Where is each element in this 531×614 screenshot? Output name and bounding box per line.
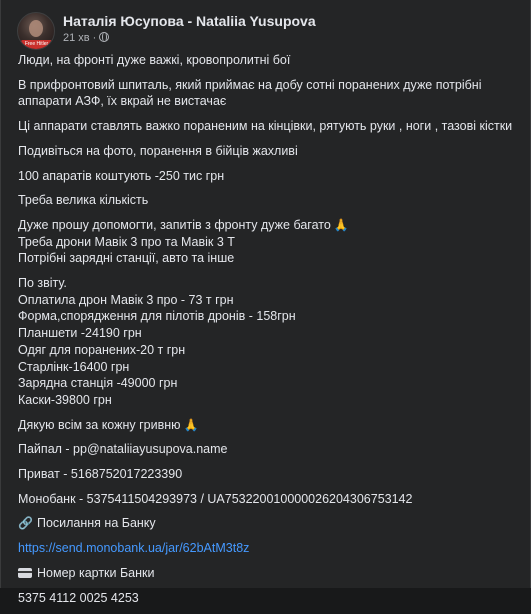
paragraph: https://send.monobank.ua/jar/62bAtM3t8z <box>18 540 523 557</box>
globe-icon[interactable] <box>99 32 110 42</box>
bank-link-label-line: 🔗 Посилання на Банку <box>18 515 523 532</box>
card-label: Номер картки Банки <box>37 565 155 580</box>
text-line: Дуже прошу допомогти, запитів з фронту д… <box>18 217 331 232</box>
paragraph: Подивіться на фото, поранення в бійців ж… <box>18 143 523 160</box>
pray-icon: 🙏 <box>183 417 199 432</box>
text-line-with-emoji: Дякую всім за кожну гривню 🙏 <box>18 417 523 434</box>
text-line: Каски-39800 грн <box>18 392 112 407</box>
text-line-with-emoji: Дуже прошу допомогти, запитів з фронту д… <box>18 217 523 234</box>
chain-link-icon: 🔗 <box>18 516 33 531</box>
card-number: 5375 4112 0025 4253 <box>18 590 139 605</box>
paragraph: Приват - 5168752017223390 <box>18 466 523 483</box>
text-line: Планшети -24190 грн <box>18 326 142 341</box>
author-name[interactable]: Наталія Юсупова - Nataliia Yusupova <box>63 12 316 30</box>
text-line: Ці аппарати ставлять важко пораненим на … <box>18 119 513 134</box>
text-line: Треба велика кількість <box>18 193 149 208</box>
text-line: Монобанк - 5375411504293973 / UA75322001… <box>18 491 413 506</box>
text-line: Оплатила дрон Мавік 3 про - 73 т грн <box>18 292 234 307</box>
card-label-line: Номер картки Банки <box>18 565 523 582</box>
facebook-post: Free Hitler Наталія Юсупова - Nataliia Y… <box>0 0 531 605</box>
text-line: Приват - 5168752017223390 <box>18 467 183 482</box>
text-line: В прифронтовий шпиталь, який приймає на … <box>18 77 482 92</box>
paragraph: Номер картки Банки <box>18 565 523 582</box>
paragraph: Дякую всім за кожну гривню 🙏 <box>18 417 523 434</box>
text-line: Старлінк-16400 грн <box>18 359 130 374</box>
paragraph: 100 апаратів коштують -250 тис грн <box>18 168 523 185</box>
paragraph: В прифронтовий шпиталь, який приймає на … <box>18 77 523 110</box>
paragraph: Монобанк - 5375411504293973 / UA75322001… <box>18 491 523 508</box>
text-line: Пайпал - pp@nataliiayusupova.name <box>18 442 228 457</box>
text-line: Зарядна станція -49000 грн <box>18 376 178 391</box>
meta-separator: · <box>92 32 97 44</box>
bank-link-label: Посилання на Банку <box>36 516 156 531</box>
bank-link-url[interactable]: https://send.monobank.ua/jar/62bAtM3t8z <box>18 540 523 557</box>
post-meta: 21 хв · <box>63 30 110 46</box>
text-line: 100 апаратів коштують -250 тис грн <box>18 168 225 183</box>
paragraph: 5375 4112 0025 4253 <box>18 590 523 607</box>
paragraph: По звіту. Оплатила дрон Мавік 3 про - 73… <box>18 275 523 409</box>
avatar-badge: Free Hitler <box>21 40 52 49</box>
author-avatar[interactable]: Free Hitler <box>17 12 55 50</box>
avatar-photo <box>29 20 43 37</box>
post-body: Люди, на фронті дуже важкі, кровопролитн… <box>18 52 523 614</box>
paragraph: Треба велика кількість <box>18 192 523 209</box>
text-line: По звіту. <box>18 276 67 291</box>
text-line: Треба дрони Мавік 3 про та Мавік 3 Т <box>18 234 235 249</box>
text-line: Форма,спорядження для пілотів дронів - 1… <box>18 309 296 324</box>
post-time[interactable]: 21 хв <box>63 32 90 44</box>
credit-card-icon <box>18 567 32 578</box>
paragraph: Люди, на фронті дуже важкі, кровопролитн… <box>18 52 523 69</box>
text-line: Одяг для поранених-20 т грн <box>18 342 186 357</box>
paragraph: Пайпал - pp@nataliiayusupova.name <box>18 441 523 458</box>
text-line: Потрібні зарядні станції, авто та інше <box>18 251 235 266</box>
paragraph: Дуже прошу допомогти, запитів з фронту д… <box>18 217 523 267</box>
paragraph: Ці аппарати ставлять важко пораненим на … <box>18 118 523 135</box>
text-line: Подивіться на фото, поранення в бійців ж… <box>18 143 298 158</box>
text-line: Люди, на фронті дуже важкі, кровопролитн… <box>18 53 291 67</box>
text-line: аппарати АЗФ, їх вкрай не вистачає <box>18 94 227 109</box>
pray-icon: 🙏 <box>333 217 349 232</box>
text-line: Дякую всім за кожну гривню <box>18 417 181 432</box>
paragraph: 🔗 Посилання на Банку <box>18 515 523 532</box>
